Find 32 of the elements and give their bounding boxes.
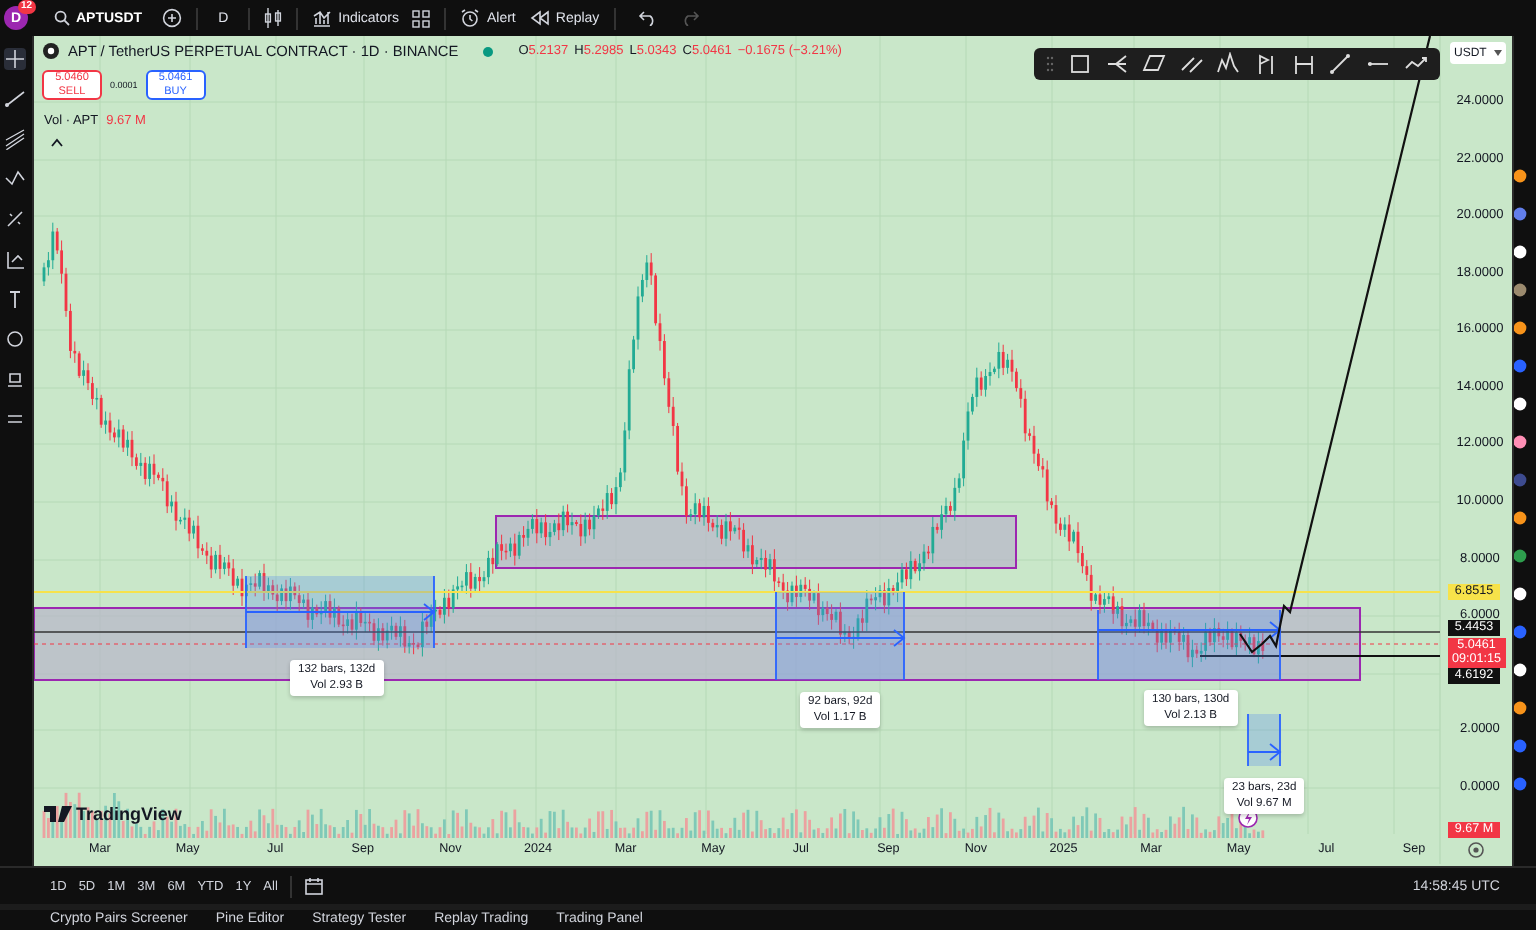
trend-line-icon[interactable] (4, 88, 27, 110)
range-icon[interactable] (1291, 52, 1316, 76)
drag-handle-icon[interactable] (1046, 56, 1055, 72)
caret-icon (1493, 50, 1502, 56)
circle-icon[interactable] (4, 328, 27, 350)
coin-icon (41, 42, 60, 60)
settings-icon (1468, 842, 1484, 858)
add-symbol-icon[interactable] (162, 8, 183, 28)
date-range-drawing (775, 591, 906, 681)
parallel-lines-icon[interactable] (1179, 52, 1204, 76)
parallelogram-icon[interactable] (1142, 52, 1167, 76)
brand-name: TradingView (75, 804, 182, 824)
status-dot-icon (482, 45, 495, 57)
zigzag-icon[interactable] (1216, 52, 1241, 76)
redo-icon[interactable] (679, 10, 700, 26)
line-segment-icon[interactable] (1328, 52, 1353, 76)
search-icon (54, 10, 70, 26)
collapse-icon[interactable] (49, 138, 64, 148)
alarm-clock-icon (460, 8, 481, 28)
logo-icon (43, 806, 72, 822)
calendar-icon[interactable] (303, 876, 324, 896)
layout-grid-icon[interactable] (412, 9, 431, 27)
rewind-icon (529, 10, 550, 26)
undo-icon[interactable] (637, 10, 658, 26)
rectangle-icon[interactable] (1067, 52, 1092, 76)
crosshair-icon[interactable] (4, 48, 27, 70)
indicators-icon (312, 8, 333, 28)
flag-icon[interactable] (1254, 52, 1279, 76)
date-range-drawing (1247, 713, 1282, 767)
fib-lines-icon[interactable] (4, 128, 27, 150)
candles-icon[interactable] (264, 8, 283, 28)
fork-icon[interactable] (1105, 52, 1130, 76)
